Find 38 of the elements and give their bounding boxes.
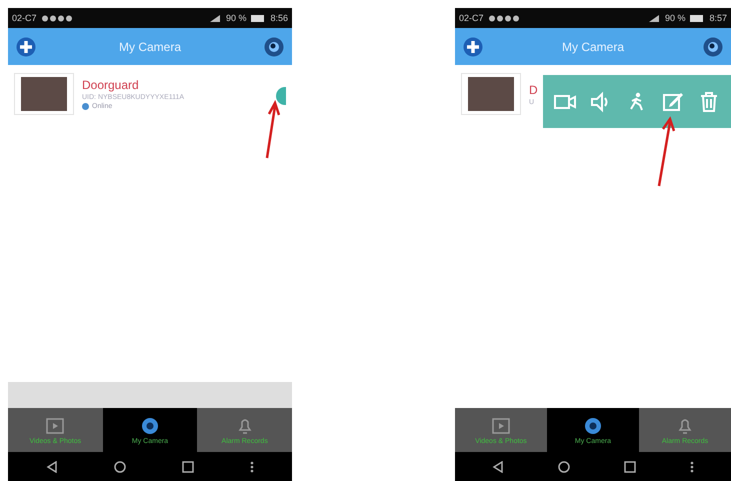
signal-icon <box>648 14 660 22</box>
more-icon[interactable] <box>690 460 694 472</box>
add-icon[interactable] <box>16 36 36 56</box>
home-icon[interactable] <box>558 460 570 472</box>
carrier-text: 02-C7 <box>12 13 37 23</box>
arrow <box>264 100 280 160</box>
screen-title: My Camera <box>562 40 624 54</box>
add-icon[interactable] <box>463 36 483 56</box>
home-icon[interactable] <box>114 460 126 472</box>
battery-percent: 90 % <box>226 13 246 23</box>
notification-icons <box>488 14 519 22</box>
status-dot <box>82 103 89 110</box>
camera-icon <box>583 415 603 435</box>
photo-placeholder <box>468 77 514 111</box>
menu-handle[interactable] <box>276 87 286 105</box>
signal-icon <box>208 14 221 22</box>
battery-icon <box>690 14 704 22</box>
battery-icon <box>251 14 266 22</box>
recents-icon[interactable] <box>624 460 636 472</box>
back-icon[interactable] <box>492 460 504 472</box>
camera-lens-icon[interactable] <box>702 36 723 56</box>
camera-icon <box>140 415 160 435</box>
camera-lens-icon[interactable] <box>264 36 284 56</box>
carrier-text: 02-C7 <box>459 13 484 23</box>
clock-text: 8:56 <box>270 13 288 23</box>
more-icon[interactable] <box>250 460 254 472</box>
camera-name: Doorguard <box>82 78 140 92</box>
clock-text: 8:57 <box>709 13 727 23</box>
camera-name: D <box>529 82 539 96</box>
screen-title: My Camera <box>118 40 181 54</box>
notification-icons <box>42 14 72 22</box>
back-icon[interactable] <box>46 460 58 472</box>
camera-thumbnail[interactable] <box>461 73 521 115</box>
recents-icon[interactable] <box>182 460 194 472</box>
arrow <box>655 116 675 188</box>
camera-thumbnail[interactable] <box>14 73 74 115</box>
battery-percent: 90 % <box>664 13 686 23</box>
photo-placeholder <box>21 77 67 111</box>
